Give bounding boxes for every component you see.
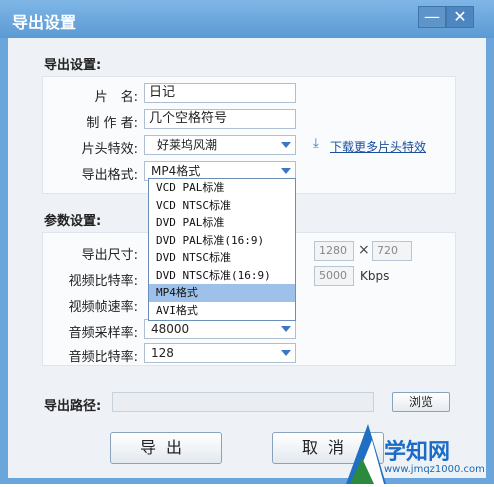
format-option[interactable]: VCD PAL标准: [149, 179, 295, 197]
size-label: 导出尺寸:: [81, 248, 138, 263]
params-section-label: 参数设置:: [44, 214, 102, 229]
audio-bitrate-select-value: 128: [151, 346, 174, 360]
export-button[interactable]: 导出: [110, 432, 222, 464]
format-option[interactable]: VCD NTSC标准: [149, 197, 295, 215]
format-option[interactable]: DVD NTSC标准: [149, 249, 295, 267]
watermark-url: www.jmqz1000.com: [384, 464, 485, 475]
window-title: 导出设置: [12, 13, 77, 32]
author-input[interactable]: 几个空格符号: [144, 109, 296, 129]
samplerate-select-value: 48000: [151, 322, 190, 336]
watermark-brand: 学知网: [384, 440, 451, 465]
author-label: 制 作 者:: [86, 116, 138, 131]
times-symbol: ×: [358, 242, 370, 258]
download-effects-link[interactable]: 下载更多片头特效: [330, 138, 426, 155]
format-label: 导出格式:: [81, 168, 138, 183]
format-dropdown-list[interactable]: VCD PAL标准 VCD NTSC标准 DVD PAL标准 DVD PAL标准…: [148, 178, 296, 321]
path-input[interactable]: [112, 392, 374, 412]
bitrate-unit: Kbps: [360, 269, 390, 283]
audio-bitrate-label: 音频比特率:: [68, 350, 138, 365]
export-settings-dialog: 导出设置 — ✕ 导出设置: 片 名: 日记 制 作 者: 几个空格符号 片头特…: [0, 0, 494, 484]
effect-select[interactable]: 好莱坞风潮: [144, 135, 296, 155]
browse-button[interactable]: 浏览: [392, 392, 450, 412]
format-option[interactable]: DVD PAL标准: [149, 214, 295, 232]
close-button[interactable]: ✕: [446, 6, 474, 28]
watermark: 学知网 www.jmqz1000.com: [346, 424, 494, 484]
title-input[interactable]: 日记: [144, 83, 296, 103]
bitrate-input[interactable]: 5000: [314, 266, 354, 286]
bitrate-label: 视频比特率:: [68, 274, 138, 289]
export-section-label: 导出设置:: [44, 58, 102, 73]
format-select-value: MP4格式: [151, 164, 201, 178]
samplerate-label: 音频采样率:: [68, 326, 138, 341]
chevron-down-icon: [281, 350, 291, 356]
width-input[interactable]: 1280: [314, 241, 354, 261]
title-label: 片 名:: [94, 90, 138, 105]
download-icon: ⤓: [313, 136, 319, 151]
effect-select-value: 好莱坞风潮: [157, 138, 218, 152]
audio-bitrate-select[interactable]: 128: [144, 343, 296, 363]
effect-label: 片头特效:: [81, 142, 138, 157]
framerate-label: 视频帧速率:: [68, 300, 138, 315]
chevron-down-icon: [281, 168, 291, 174]
minimize-button[interactable]: —: [418, 6, 446, 28]
chevron-down-icon: [281, 326, 291, 332]
format-option[interactable]: DVD PAL标准(16:9): [149, 232, 295, 250]
format-option[interactable]: AVI格式: [149, 302, 295, 320]
height-input[interactable]: 720: [372, 241, 412, 261]
samplerate-select[interactable]: 48000: [144, 319, 296, 339]
path-label: 导出路径:: [44, 399, 102, 414]
format-option-selected[interactable]: MP4格式: [149, 284, 295, 302]
title-bar[interactable]: 导出设置 — ✕: [0, 0, 494, 38]
chevron-down-icon: [281, 142, 291, 148]
format-option[interactable]: DVD NTSC标准(16:9): [149, 267, 295, 285]
